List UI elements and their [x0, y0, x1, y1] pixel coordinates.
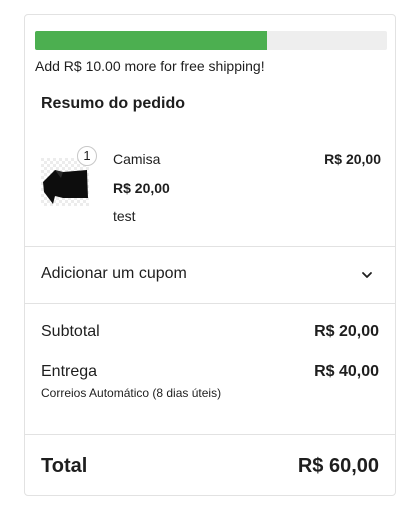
shirt-thumbnail-icon	[41, 158, 89, 206]
add-coupon-toggle[interactable]: Adicionar um cupom	[25, 247, 395, 303]
divider	[25, 434, 395, 435]
product-thumbnail	[41, 158, 89, 206]
cart-line-item: 1 Camisa R$ 20,00 test R$ 20,00	[41, 146, 381, 228]
divider	[25, 303, 395, 304]
product-name: Camisa	[113, 151, 161, 167]
add-coupon-label: Adicionar um cupom	[41, 265, 187, 282]
total-label: Total	[41, 455, 88, 477]
order-summary-card: Add R$ 10.00 more for free shipping! Res…	[24, 14, 396, 496]
shipping-label: Entrega	[41, 363, 98, 380]
chevron-down-icon	[362, 272, 372, 278]
product-variant: test	[113, 208, 136, 224]
free-shipping-message: Add R$ 10.00 more for free shipping!	[35, 58, 265, 74]
order-summary-title: Resumo do pedido	[41, 95, 185, 112]
shipping-method: Correios Automático (8 dias úteis)	[41, 386, 222, 400]
line-total-price: R$ 20,00	[324, 151, 381, 167]
free-shipping-progress-bar	[35, 31, 387, 50]
subtotal-value: R$ 20,00	[314, 323, 379, 340]
quantity-badge: 1	[77, 146, 97, 166]
free-shipping-progress-fill	[35, 31, 268, 50]
shipping-value: R$ 40,00	[314, 363, 379, 380]
product-unit-price: R$ 20,00	[113, 180, 170, 196]
subtotal-label: Subtotal	[41, 323, 100, 340]
total-value: R$ 60,00	[297, 455, 379, 477]
